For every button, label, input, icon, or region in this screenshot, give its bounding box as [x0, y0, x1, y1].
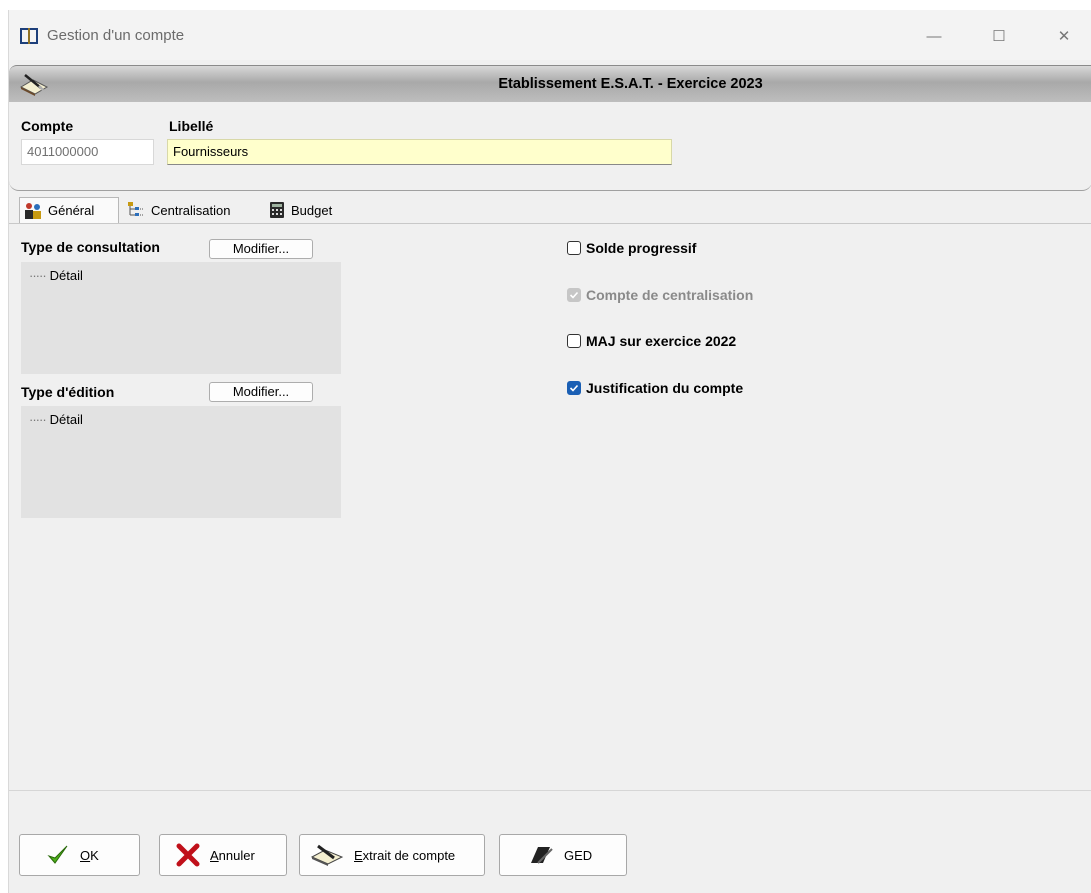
- justification-option[interactable]: Justification du compte: [567, 380, 743, 396]
- window-title: Gestion d'un compte: [47, 27, 185, 44]
- extrait-label: Extrait de compte: [354, 847, 456, 863]
- consultation-type-label: Type de consultation: [21, 239, 160, 255]
- tab-general-label: Général: [48, 203, 95, 218]
- edition-type-label: Type d'édition: [21, 384, 115, 400]
- bottom-separator: [9, 790, 1091, 791]
- header-title: Etablissement E.S.A.T. - Exercice 2023: [498, 76, 763, 92]
- ok-label: OK: [80, 847, 99, 863]
- ged-button[interactable]: GED: [499, 834, 627, 876]
- book-icon: [20, 28, 38, 44]
- title-bar: Gestion d'un compte — ☐ ✕: [9, 10, 1091, 60]
- account-dialog: Gestion d'un compte — ☐ ✕ Etablissement …: [8, 10, 1091, 893]
- compte-centralisation-option: Compte de centralisation: [567, 287, 753, 303]
- tree-item-label: Détail: [49, 268, 83, 283]
- tab-budget[interactable]: Budget: [265, 197, 355, 223]
- checkmark-icon: [47, 845, 68, 864]
- hierarchy-icon: [128, 202, 144, 216]
- annuler-button[interactable]: Annuler: [159, 834, 287, 876]
- tree-item-label: Détail: [49, 412, 83, 427]
- consultation-tree[interactable]: ····· Détail: [21, 262, 341, 374]
- modify-edition-button[interactable]: Modifier...: [209, 382, 313, 402]
- maximize-button[interactable]: ☐: [979, 22, 1019, 50]
- maj-exercice-label: MAJ sur exercice 2022: [586, 333, 737, 349]
- tab-budget-label: Budget: [291, 202, 333, 218]
- tree-item[interactable]: ····· Détail: [29, 412, 83, 427]
- compte-label: Compte: [21, 118, 74, 134]
- justification-checkbox[interactable]: [567, 381, 581, 395]
- libelle-field[interactable]: Fournisseurs: [167, 139, 672, 165]
- ledger-pen-icon: [310, 844, 344, 866]
- tree-connector: ·····: [29, 412, 47, 427]
- document-archive-icon: [531, 847, 553, 864]
- account-panel: Compte Libellé 4011000000 Fournisseurs: [9, 102, 1091, 191]
- solde-progressif-option[interactable]: Solde progressif: [567, 240, 696, 256]
- maj-exercice-option[interactable]: MAJ sur exercice 2022: [567, 333, 736, 349]
- cancel-x-icon: [176, 843, 200, 867]
- check-icon: [569, 291, 579, 299]
- tab-general[interactable]: Général: [19, 197, 119, 223]
- calculator-icon: [270, 202, 284, 218]
- annuler-label: Annuler: [210, 847, 255, 863]
- maj-exercice-checkbox[interactable]: [567, 334, 581, 348]
- compte-field: 4011000000: [21, 139, 154, 165]
- users-icon: [25, 202, 41, 219]
- minimize-button[interactable]: —: [914, 22, 954, 50]
- close-button[interactable]: ✕: [1044, 22, 1084, 50]
- edition-tree[interactable]: ····· Détail: [21, 406, 341, 518]
- header-band: Etablissement E.S.A.T. - Exercice 2023: [9, 65, 1091, 103]
- tab-centralisation[interactable]: Centralisation: [123, 197, 261, 223]
- compte-centralisation-checkbox: [567, 288, 581, 302]
- solde-progressif-checkbox[interactable]: [567, 241, 581, 255]
- tab-centralisation-label: Centralisation: [151, 202, 231, 218]
- extrait-button[interactable]: Extrait de compte: [299, 834, 485, 876]
- justification-label: Justification du compte: [586, 380, 744, 396]
- ged-label: GED: [564, 847, 593, 863]
- tree-item[interactable]: ····· Détail: [29, 268, 83, 283]
- compte-centralisation-label: Compte de centralisation: [586, 287, 754, 303]
- modify-consultation-button[interactable]: Modifier...: [209, 239, 313, 259]
- solde-progressif-label: Solde progressif: [586, 240, 697, 256]
- tree-connector: ·····: [29, 268, 47, 283]
- ok-button[interactable]: OK: [19, 834, 140, 876]
- check-icon: [569, 384, 579, 392]
- libelle-label: Libellé: [169, 118, 214, 134]
- general-tab-panel: Type de consultation Modifier... ····· Dé…: [9, 223, 1091, 791]
